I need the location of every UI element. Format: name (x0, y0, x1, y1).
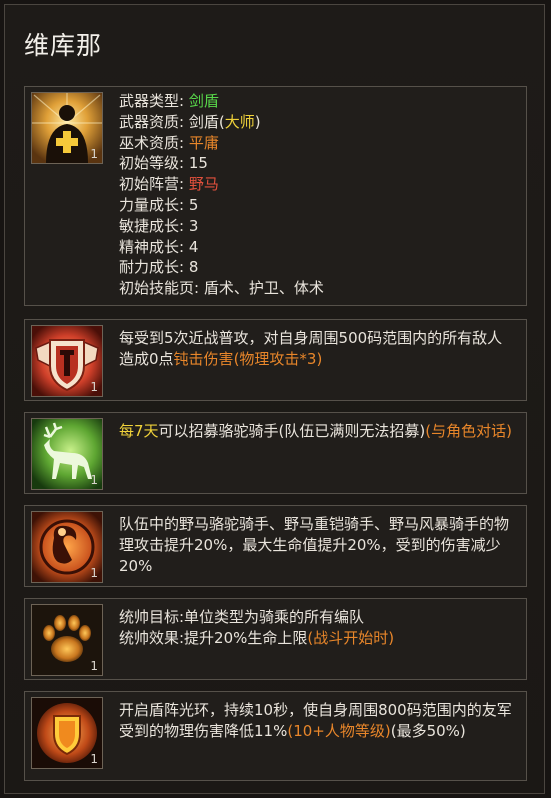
attr-grade: 大师 (224, 112, 255, 131)
skill-text: (最多50%) (390, 722, 466, 740)
skill-card: 1 每受到5次近战普攻，对自身周围500码范围内的所有敌人造成0点钝击伤害(物理… (24, 319, 527, 401)
attr-label: 耐力成长: (119, 258, 185, 277)
attr-label: 武器类型: (119, 92, 185, 110)
hero-profile-panel: 1 武器类型: 剑盾 武器资质: 剑盾(大师) 巫术资质: 平庸 初始等级: 1… (24, 86, 527, 306)
attr-spirit: 精神成长: 4 (119, 237, 324, 258)
skill-level: 1 (90, 380, 98, 394)
skill-card: 1 开启盾阵光环，持续10秒，使自身周围800码范围内的友军受到的物理伤害降低1… (24, 691, 527, 781)
skill-note: (战斗开始时) (307, 629, 395, 647)
attr-weapon-type: 武器类型: 剑盾 (119, 91, 324, 112)
attr-sorcery: 巫术资质: 平庸 (119, 133, 324, 154)
attr-label: 巫术资质: (119, 133, 185, 152)
attr-weapon-quality: 武器资质: 剑盾(大师) (119, 112, 324, 133)
attr-label: 初始技能页: (119, 279, 200, 298)
attr-value: 4 (188, 237, 199, 256)
attr-label: 初始阵营: (119, 175, 185, 194)
skill-text: 统帅目标:单位类型为骑乘的所有编队 (119, 608, 365, 626)
skill-card: 1 队伍中的野马骆驼骑手、野马重铠骑手、野马风暴骑手的物理攻击提升20%，最大生… (24, 505, 527, 587)
skill-note: (10+人物等级) (287, 722, 391, 740)
skill-icon-frame: 1 (31, 604, 103, 676)
attr-value: 8 (188, 258, 199, 277)
skill-description: 统帅目标:单位类型为骑乘的所有编队 统帅效果:提升20%生命上限(战斗开始时) (119, 607, 516, 649)
attr-agility: 敏捷成长: 3 (119, 216, 324, 237)
hero-name: 维库那 (24, 31, 103, 60)
skill-level: 1 (90, 566, 98, 580)
attr-initial-skills: 初始技能页: 盾术、护卫、体术 (119, 278, 324, 299)
attr-label: 敏捷成长: (119, 216, 185, 235)
attr-value: 3 (188, 216, 199, 235)
attr-value: 剑盾 (188, 112, 219, 131)
attr-label: 精神成长: (119, 237, 185, 256)
skill-card: 1 统帅目标:单位类型为骑乘的所有编队 统帅效果:提升20%生命上限(战斗开始时) (24, 598, 527, 680)
attr-value: 5 (188, 195, 199, 214)
skill-level: 1 (90, 752, 98, 766)
attr-label: 初始等级: (119, 154, 185, 173)
skill-level: 1 (90, 659, 98, 673)
skill-text: 队伍中的野马骆驼骑手、野马重铠骑手、野马风暴骑手的物理攻击提升20%，最大生命值… (119, 515, 510, 575)
skill-note: (物理攻击*3) (233, 350, 323, 368)
skill-description: 每7天可以招募骆驼骑手(队伍已满则无法招募)(与角色对话) (119, 421, 516, 442)
hero-portrait: 1 (31, 92, 103, 164)
skill-card: 1 每7天可以招募骆驼骑手(队伍已满则无法招募)(与角色对话) (24, 412, 527, 494)
skill-highlight: 钝击伤害 (173, 350, 234, 368)
attr-paren: ) (254, 112, 261, 131)
skill-icon-frame: 1 (31, 418, 103, 490)
attr-value: 平庸 (188, 133, 219, 152)
attr-value: 盾术、护卫、体术 (203, 279, 324, 298)
attr-label: 武器资质: (119, 112, 185, 131)
attr-camp: 初始阵营: 野马 (119, 174, 324, 195)
skill-highlight: 每7天 (119, 422, 159, 440)
skill-description: 每受到5次近战普攻，对自身周围500码范围内的所有敌人造成0点钝击伤害(物理攻击… (119, 328, 516, 370)
skill-icon-frame: 1 (31, 511, 103, 583)
skill-level: 1 (90, 473, 98, 487)
skill-icon-frame: 1 (31, 325, 103, 397)
attr-label: 力量成长: (119, 195, 185, 214)
attr-level: 初始等级: 15 (119, 153, 324, 174)
attr-endurance: 耐力成长: 8 (119, 257, 324, 278)
hero-attribute-list: 武器类型: 剑盾 武器资质: 剑盾(大师) 巫术资质: 平庸 初始等级: 15 … (119, 91, 324, 299)
skill-text: 统帅效果:提升20%生命上限 (119, 629, 308, 647)
skill-description: 开启盾阵光环，持续10秒，使自身周围800码范围内的友军受到的物理伤害降低11%… (119, 700, 516, 742)
skill-text: 可以招募骆驼骑手(队伍已满则无法招募) (158, 422, 426, 440)
skill-text-line: 统帅效果:提升20%生命上限(战斗开始时) (119, 628, 516, 649)
attr-value: 野马 (188, 175, 219, 194)
attr-value: 15 (188, 154, 208, 173)
hero-level-badge: 1 (90, 147, 98, 161)
skill-note: (与角色对话) (425, 422, 512, 440)
attr-value: 剑盾 (188, 92, 219, 110)
skill-description: 队伍中的野马骆驼骑手、野马重铠骑手、野马风暴骑手的物理攻击提升20%，最大生命值… (119, 514, 516, 577)
attr-strength: 力量成长: 5 (119, 195, 324, 216)
skill-icon-frame: 1 (31, 697, 103, 769)
